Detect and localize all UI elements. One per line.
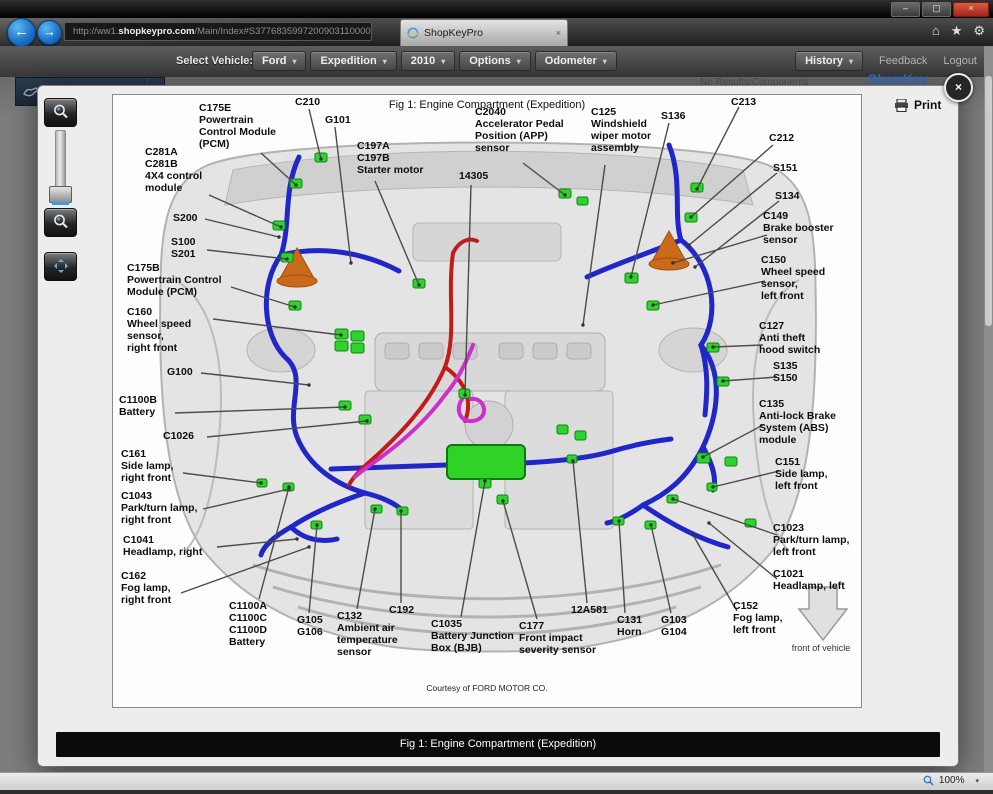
diagram-label-s135s150: S135S150 <box>773 361 798 385</box>
zoom-caret-icon: ▾ <box>975 777 979 785</box>
modal-close-button[interactable]: × <box>944 73 973 102</box>
history-dropdown[interactable]: History <box>795 51 863 71</box>
diagram-label-c192: C192 <box>389 605 414 617</box>
diagram-label-c135: C135Anti-lock BrakeSystem (ABS)module <box>759 399 836 446</box>
background-logo: ShopKey <box>867 71 928 87</box>
diagram-label-c1041: C1041Headlamp, right <box>123 535 202 559</box>
home-icon[interactable]: ⌂ <box>932 23 940 39</box>
feedback-link[interactable]: Feedback <box>879 55 927 67</box>
app-toolbar: Select Vehicle: Ford Expedition 2010 Opt… <box>0 46 993 78</box>
diagram-label-s134: S134 <box>775 191 800 203</box>
tab-title: ShopKeyPro <box>424 27 483 39</box>
diagram-label-a12a581: 12A581 <box>571 605 608 617</box>
bottom-strip <box>0 790 993 794</box>
diagram-label-g101: G101 <box>325 115 351 127</box>
diagram-label-c150: C150Wheel speedsensor,left front <box>761 255 825 302</box>
select-vehicle-label: Select Vehicle: <box>176 55 253 67</box>
maximize-icon: ▢ <box>923 2 950 15</box>
logout-link[interactable]: Logout <box>943 55 977 67</box>
zoom-magnifier-icon <box>923 775 934 786</box>
diagram-label-c162: C162Fog lamp,right front <box>121 571 171 607</box>
diagram-label-s200: S200 <box>173 213 198 225</box>
year-dropdown[interactable]: 2010 <box>401 51 456 71</box>
diagram-label-c132: C132Ambient airtemperaturesensor <box>337 611 398 658</box>
front-of-vehicle-label: front of vehicle <box>761 643 862 653</box>
fit-to-screen-button[interactable] <box>44 252 77 281</box>
diagram-label-c1100acd: C1100AC1100CC1100DBattery <box>229 601 267 648</box>
odometer-dropdown[interactable]: Odometer <box>535 51 617 71</box>
diagram-label-n14305: 14305 <box>459 171 488 183</box>
diagram-label-c131: C131Horn <box>617 615 642 639</box>
diagram-label-c197ab: C197AC197BStarter motor <box>357 141 424 177</box>
minimize-button[interactable]: – <box>891 2 920 17</box>
printer-icon <box>894 99 909 112</box>
browser-chrome: ← → http://ww1.shopkeypro.com/Main/Index… <box>0 18 993 46</box>
url-domain: shopkeypro.com <box>118 26 194 37</box>
diagram-label-c1026: C1026 <box>163 431 194 443</box>
figure-title: Fig 1: Engine Compartment (Expedition) <box>113 99 861 111</box>
make-dropdown[interactable]: Ford <box>252 51 306 71</box>
search-icon[interactable] <box>371 27 372 37</box>
model-dropdown[interactable]: Expedition <box>310 51 396 71</box>
figure-viewer-modal: C175EPowertrainControl Module(PCM)C281AC… <box>38 86 958 766</box>
diagram-label-c1043: C1043Park/turn lamp,right front <box>121 491 197 527</box>
url-path: /Main/Index#S3776835997200903110000 <box>194 26 370 37</box>
diagram-label-c152: C152Fog lamp,left front <box>733 601 783 637</box>
favorites-star-icon[interactable]: ★ <box>951 23 963 39</box>
diagram-label-g103g104: G103G104 <box>661 615 687 639</box>
zoom-level-value: 100% <box>939 775 965 786</box>
back-button[interactable]: ← <box>7 18 36 47</box>
tab-favicon <box>407 27 419 39</box>
browser-tab[interactable]: ShopKeyPro × <box>400 19 568 46</box>
figure-caption-bar: Fig 1: Engine Compartment (Expedition) <box>56 732 940 757</box>
diagram-label-s136: S136 <box>661 111 686 123</box>
wrench-icon <box>23 86 39 98</box>
url-prefix: http://ww1. <box>73 26 118 37</box>
window-close-icon: × <box>954 2 988 15</box>
diagram-label-s100s201: S100S201 <box>171 237 196 261</box>
print-button[interactable]: Print <box>894 98 941 112</box>
options-dropdown[interactable]: Options <box>459 51 531 71</box>
diagram-label-c161: C161Side lamp,right front <box>121 449 174 485</box>
zoom-in-button[interactable] <box>44 98 77 127</box>
diagram-label-c149: C149Brake boostersensor <box>763 211 834 247</box>
browser-scrollbar[interactable] <box>984 46 993 772</box>
address-bar[interactable]: http://ww1.shopkeypro.com/Main/Index#S37… <box>64 22 372 41</box>
figure-paper: C175EPowertrainControl Module(PCM)C281AC… <box>112 94 862 708</box>
window-close-button[interactable]: × <box>953 2 989 17</box>
diagram-label-c175b: C175BPowertrain ControlModule (PCM) <box>127 263 222 299</box>
scrollbar-thumb[interactable] <box>985 76 992 326</box>
diagram-label-c127: C127Anti thefthood switch <box>759 321 820 357</box>
diagram-label-g100: G100 <box>167 367 193 379</box>
page-zoom-control[interactable]: 100% ▾ <box>923 775 979 786</box>
diagram-label-c281ab: C281AC281B4X4 controlmodule <box>145 147 202 194</box>
zoom-out-button[interactable] <box>44 208 77 237</box>
zoom-slider-knob[interactable] <box>49 186 72 203</box>
diagram-label-c151: C151Side lamp,left front <box>775 457 828 493</box>
diagram-label-c1035: C1035Battery JunctionBox (BJB) <box>431 619 514 655</box>
screen: – ▢ × ← → http://ww1.shopkeypro.com/Main… <box>0 0 993 794</box>
diagram-label-c2040: C2040Accelerator PedalPosition (APP)sens… <box>475 107 564 154</box>
courtesy-note: Courtesy of FORD MOTOR CO. <box>113 683 861 693</box>
diagram-label-c1021: C1021Headlamp, left <box>773 569 845 593</box>
forward-button[interactable]: → <box>37 20 62 45</box>
maximize-button[interactable]: ▢ <box>922 2 951 17</box>
diagram-label-c160: C160Wheel speedsensor,right front <box>127 307 191 354</box>
diagram-label-c177: C177Front impactseverity sensor <box>519 621 596 657</box>
diagram-label-g105g106: G105G106 <box>297 615 323 639</box>
window-titlebar: – ▢ × <box>0 0 993 18</box>
diagram-label-c212: C212 <box>769 133 794 145</box>
diagram-label-c1100b: C1100BBattery <box>119 395 157 419</box>
diagram-label-s151: S151 <box>773 163 798 175</box>
minimize-icon: – <box>892 2 919 15</box>
diagram-label-c1023: C1023Park/turn lamp,left front <box>773 523 849 559</box>
browser-statusbar: 100% ▾ <box>0 772 993 791</box>
tab-close-icon[interactable]: × <box>556 28 561 38</box>
diagram-label-c125: C125Windshieldwiper motorassembly <box>591 107 651 154</box>
settings-gear-icon[interactable]: ⚙ <box>973 23 985 39</box>
print-label: Print <box>914 98 941 112</box>
